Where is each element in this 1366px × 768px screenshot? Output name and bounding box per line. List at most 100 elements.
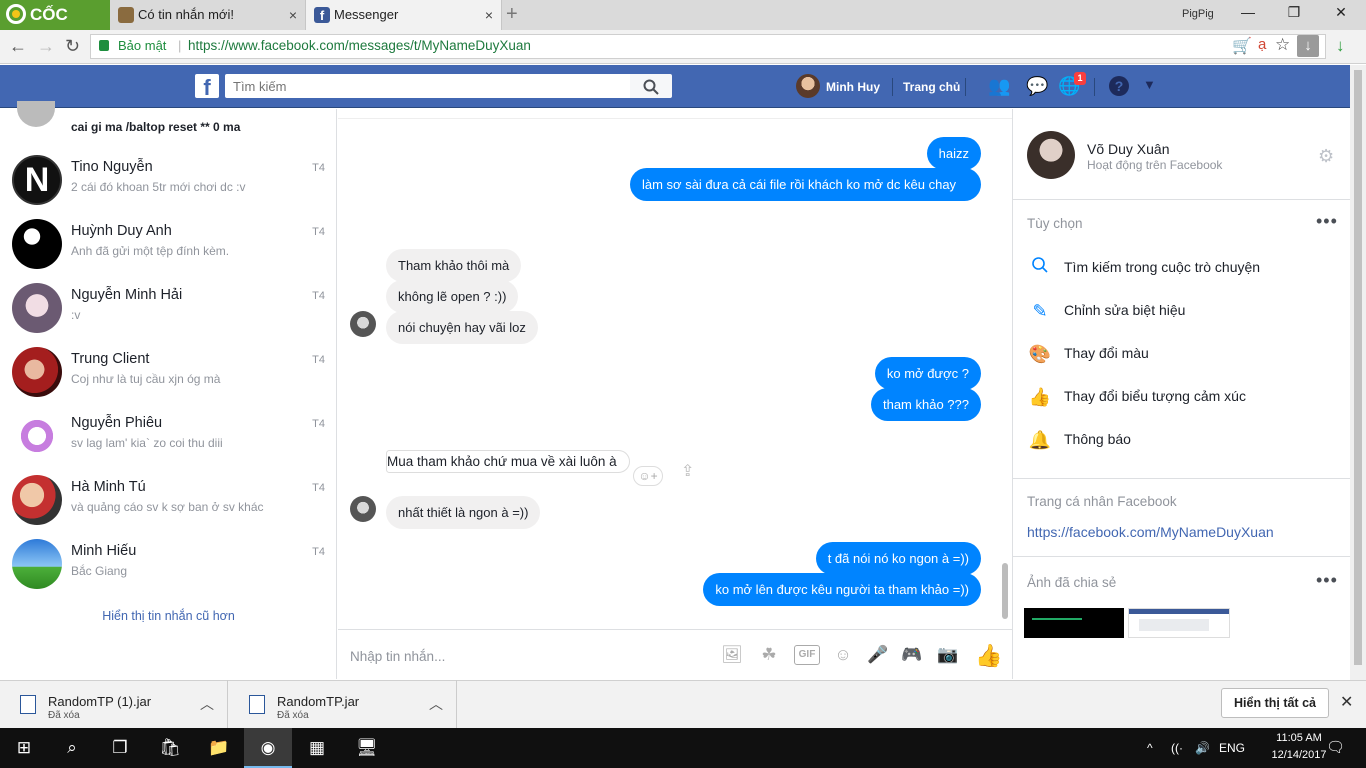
search-button[interactable] [630, 74, 672, 98]
share-icon[interactable]: ⇪ [681, 461, 694, 481]
conversation-item[interactable]: Huỳnh Duy Anh Anh đã gửi một tệp đính kè… [0, 213, 337, 277]
message-bubble-received[interactable]: Tham khảo thôi mà [386, 249, 522, 282]
show-all-downloads-button[interactable]: Hiển thị tất cả [1221, 688, 1329, 718]
user-avatar[interactable] [796, 74, 820, 98]
browser-profile-label[interactable]: PigPig [1182, 8, 1214, 20]
emoji-icon[interactable]: ☺ [832, 644, 854, 666]
user-name-link[interactable]: Minh Huy [826, 80, 880, 94]
chevron-up-icon[interactable]: ︿ [429, 694, 443, 714]
photo-icon[interactable]: 🖼 [721, 644, 743, 666]
conversation-item[interactable]: Trung Client Coj như là tuj cầu xjn óg m… [0, 341, 337, 405]
task-view-icon[interactable]: ❐ [96, 728, 144, 768]
option-change-color[interactable]: 🎨 Thay đổi màu [1028, 342, 1328, 366]
close-download-shelf-icon[interactable]: ✕ [1340, 692, 1353, 712]
back-button[interactable]: ← [9, 36, 27, 57]
close-window-button[interactable]: ✕ [1326, 4, 1356, 21]
shared-photos-header[interactable]: Ảnh đã chia sẻ [1027, 575, 1116, 590]
media-download-icon[interactable]: ↓ [1297, 35, 1319, 57]
microphone-icon[interactable]: 🎤 [867, 644, 889, 666]
facebook-search-input[interactable] [225, 74, 630, 98]
coccoc-browser-icon[interactable]: ◉ [244, 728, 292, 768]
option-edit-nickname[interactable]: ✎ Chỉnh sửa biệt hiệu [1028, 299, 1328, 323]
search-icon[interactable]: ⌕ [48, 728, 96, 768]
wifi-icon[interactable]: ((· [1171, 741, 1183, 755]
forward-button[interactable]: → [37, 36, 55, 57]
new-tab-button[interactable]: + [506, 3, 518, 26]
extension-icon[interactable]: ạ [1258, 36, 1266, 53]
chevron-up-icon[interactable]: ^ [1147, 741, 1153, 755]
message-bubble-sent[interactable]: t đã nói nó ko ngon à =)) [815, 542, 981, 575]
minimize-button[interactable]: — [1233, 4, 1263, 20]
option-search-in-conversation[interactable]: Tìm kiếm trong cuộc trò chuyện [1028, 256, 1328, 280]
reload-button[interactable]: ↻ [65, 36, 80, 57]
download-item[interactable]: RandomTP (1).jar Đã xóa ︿ [0, 680, 228, 728]
facebook-logo-icon[interactable]: f [195, 74, 219, 100]
file-explorer-icon[interactable]: 📁 [195, 728, 243, 768]
camera-icon[interactable]: 📷 [937, 644, 959, 666]
volume-icon[interactable]: 🔊 [1195, 741, 1210, 755]
conversation-item[interactable]: N Tino Nguyễn 2 cái đó khoan 5tr mới chơ… [0, 149, 337, 213]
url-text[interactable]: https://www.facebook.com/messages/t/MyNa… [188, 38, 531, 53]
conversation-item[interactable]: Nguyễn Minh Hải :v T4 [0, 277, 337, 341]
conversation-item[interactable]: Minh Hiếu Bắc Giang T4 [0, 533, 337, 597]
conversation-item[interactable]: Nguyễn Phiêu sv lag lam' kia` zo coi thu… [0, 405, 337, 469]
facebook-profile-link[interactable]: https://facebook.com/MyNameDuyXuan [1027, 524, 1274, 540]
react-emoji-icon[interactable]: ☺+ [633, 466, 663, 486]
message-bubble-sent[interactable]: ko mở lên được kêu người ta tham khảo =)… [703, 573, 981, 606]
contact-profile-avatar[interactable] [1027, 131, 1075, 179]
minecraft-icon[interactable]: ▦ [293, 728, 341, 768]
page-scrollbar[interactable] [1350, 65, 1366, 680]
message-bubble-sent[interactable]: làm sơ sài đưa cả cái file rồi khách ko … [630, 168, 981, 201]
tab-new-message[interactable]: Có tin nhắn mới! × [110, 0, 306, 30]
message-bubble-received[interactable]: nói chuyện hay vãi loz [386, 311, 538, 344]
clock-date[interactable]: 12/14/2017 [1269, 749, 1329, 761]
language-indicator[interactable]: ENG [1219, 741, 1245, 755]
thumbs-up-send-icon[interactable]: 👍 [975, 643, 1002, 669]
bookmark-star-icon[interactable]: ☆ [1275, 35, 1290, 55]
chat-scrollbar-thumb[interactable] [1002, 563, 1008, 619]
game-controller-icon[interactable]: 🎮 [901, 644, 923, 666]
contact-name[interactable]: Võ Duy Xuân [1087, 141, 1170, 157]
message-bubble-sent[interactable]: ko mở được ? [874, 357, 981, 390]
secure-label[interactable]: Bảo mật [118, 38, 166, 53]
show-older-messages-link[interactable]: Hiển thị tin nhắn cũ hơn [0, 609, 337, 623]
conversation-item[interactable]: Hà Minh Tú và quảng cáo sv k sợ ban ở sv… [0, 469, 337, 533]
chevron-up-icon[interactable]: ︿ [200, 694, 214, 714]
message-bubble-received[interactable]: không lẽ open ? :)) [386, 280, 519, 313]
options-header[interactable]: Tùy chọn [1027, 216, 1083, 231]
cart-icon[interactable]: 🛒 [1232, 36, 1252, 56]
shared-photo-thumbnail[interactable] [1128, 608, 1230, 638]
account-menu-caret-icon[interactable]: ▼ [1143, 77, 1156, 92]
action-center-icon[interactable]: 🗨 [1326, 738, 1345, 756]
message-bubble-received[interactable]: Mua tham khảo chứ mua về xài luôn à [386, 450, 630, 473]
clock-time[interactable]: 11:05 AM [1269, 732, 1329, 744]
conversation-item-partial[interactable]: cai gi ma /baltop reset ** 0 ma [0, 101, 337, 139]
app-icon[interactable]: 🖥 [343, 728, 391, 768]
store-icon[interactable]: 🛍 [146, 728, 194, 768]
tab-close-icon[interactable]: × [289, 0, 297, 30]
option-change-emoji[interactable]: 👍 Thay đổi biểu tượng cảm xúc [1028, 385, 1328, 409]
windows-start-icon[interactable]: ⊞ [0, 728, 48, 768]
help-icon[interactable]: ? [1109, 76, 1129, 96]
friend-requests-icon[interactable]: 👥 [988, 76, 1010, 97]
downloads-icon[interactable]: ↓ [1336, 36, 1345, 56]
message-bubble-sent[interactable]: haizz [926, 137, 981, 170]
browser-brand-menu[interactable]: CỐC CỐC [0, 0, 110, 54]
message-input[interactable]: Nhập tin nhắn... [350, 649, 445, 664]
tab-messenger[interactable]: f Messenger × [306, 0, 502, 30]
shared-photo-thumbnail[interactable] [1024, 608, 1124, 638]
maximize-button[interactable]: ❐ [1279, 4, 1309, 21]
message-bubble-sent[interactable]: tham khảo ??? [870, 388, 981, 421]
sticker-icon[interactable]: ☘ [758, 644, 780, 666]
gear-icon[interactable]: ⚙ [1318, 146, 1334, 167]
gif-button[interactable]: GIF [794, 645, 820, 665]
option-notifications[interactable]: 🔔 Thông báo [1028, 428, 1328, 452]
download-item[interactable]: RandomTP.jar Đã xóa ︿ [229, 680, 457, 728]
more-options-icon[interactable]: ••• [1316, 570, 1338, 591]
tab-close-icon[interactable]: × [485, 0, 493, 30]
messenger-icon[interactable]: 💬 [1026, 76, 1048, 97]
message-bubble-received[interactable]: nhất thiết là ngon à =)) [386, 496, 541, 529]
more-options-icon[interactable]: ••• [1316, 211, 1338, 232]
scrollbar-thumb[interactable] [1354, 70, 1362, 665]
home-link[interactable]: Trang chủ [903, 80, 960, 94]
